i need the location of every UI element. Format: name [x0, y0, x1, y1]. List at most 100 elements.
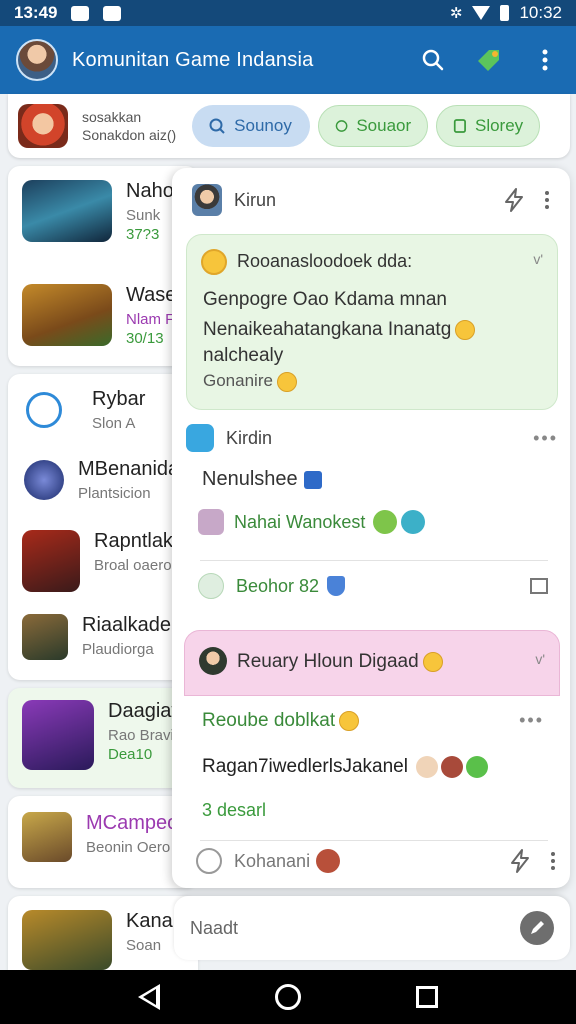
search-button[interactable]: [418, 45, 448, 75]
home-button[interactable]: [274, 984, 301, 1010]
game-thumbnail: [22, 910, 112, 970]
emoji-icon: [339, 710, 360, 731]
recents-button[interactable]: [416, 986, 439, 1008]
list-item[interactable]: MCampeok Beonin Oero: [22, 812, 188, 862]
list-item[interactable]: Nahor Sunk 37?3: [22, 180, 180, 243]
more-horiz-icon[interactable]: •••: [533, 428, 558, 449]
avatar[interactable]: [192, 184, 222, 216]
item-name: Daagiaf: [108, 700, 177, 722]
bookmark-icon: [454, 119, 467, 133]
more-vert-icon[interactable]: [550, 851, 556, 871]
emoji-icon: [276, 371, 297, 392]
item-sub: Rao Bravi: [108, 727, 174, 744]
flash-icon[interactable]: [508, 848, 532, 874]
location-icon: [26, 392, 62, 428]
avatar: [199, 647, 227, 675]
face-icon: [465, 756, 488, 778]
thread-line: Reoube doblkat: [202, 710, 360, 732]
message-input[interactable]: Naadt: [190, 918, 238, 939]
item-meta: Dea10: [108, 746, 153, 763]
community-avatar[interactable]: [16, 39, 58, 81]
chip-souaor[interactable]: Souaor: [318, 105, 429, 147]
status-clock: 10:32: [519, 3, 562, 22]
send-button[interactable]: [520, 911, 554, 945]
thread-footer-text: Beohor 82: [236, 575, 320, 596]
list-card: MCampeok Beonin Oero: [8, 796, 198, 888]
message-bubble[interactable]: Rooanasloodoek dda: v' Genpogre Oao Kdam…: [186, 234, 558, 410]
chevron-down-icon[interactable]: v': [533, 251, 543, 267]
system-nav-bar: [0, 970, 576, 1024]
chip-sounoy[interactable]: Sounoy: [192, 105, 311, 147]
flash-icon[interactable]: [502, 187, 526, 213]
list-item[interactable]: Daagiaf Rao Bravi Dea10: [22, 700, 177, 770]
filter-bar: sosakkan Sonakdon aiz() Sounoy Souaor Sl…: [8, 94, 570, 158]
profile-thumbnail[interactable]: [18, 104, 68, 148]
shield-icon: [327, 576, 346, 596]
thread-line-text: Nenulshee: [202, 468, 298, 490]
list-item[interactable]: MBenanida Plantsicion: [22, 458, 179, 502]
status-time: 13:49: [14, 3, 58, 22]
message-bubble-pink[interactable]: Reuary Hloun Digaad v': [184, 630, 560, 696]
tag-button[interactable]: [474, 45, 504, 75]
more-horiz-icon[interactable]: •••: [519, 710, 544, 731]
filter-caption: sosakkan Sonakdon aiz(): [82, 108, 176, 144]
item-name: Rapntlak: [94, 530, 173, 552]
thread-line: Ragan7iwedlerlsJakanel: [202, 756, 488, 778]
battery-icon: [500, 5, 510, 21]
game-thumbnail: [22, 614, 68, 660]
thread-line-text: Reoube doblkat: [202, 710, 336, 731]
item-sub: Plaudiorga: [82, 641, 154, 658]
thread-username: Kirdin: [226, 427, 273, 448]
thread-footer: Beohor 82: [198, 573, 558, 599]
compose-bar: Naadt: [174, 896, 570, 960]
thread-footer-text: Kohanani: [234, 850, 311, 871]
more-vert-icon[interactable]: [544, 190, 550, 210]
emoji-icon: [373, 510, 398, 534]
app-icon: [186, 424, 214, 452]
emoji-icon: [455, 319, 476, 340]
smile-emoji-icon: [201, 249, 227, 275]
game-thumbnail: [22, 284, 112, 346]
game-list: Nahor Sunk 37?3 Waseayl Nlam Flaiti 30/1…: [8, 166, 202, 996]
pink-title: Reuary Hloun Digaad: [237, 651, 443, 673]
divider: [200, 840, 548, 841]
smile-icon[interactable]: [198, 573, 224, 599]
page-title: Komunitan Game Indansia: [72, 48, 314, 71]
chip-label: Souaor: [356, 116, 412, 135]
list-item[interactable]: Rapntlak Broal oaeror: [22, 530, 177, 592]
thread-footer: Kohanani: [196, 848, 556, 874]
thread-link[interactable]: Nahai Wanokest: [198, 509, 558, 535]
avatar: [198, 509, 224, 535]
notification-icon: [103, 5, 122, 21]
list-item[interactable]: Riaalkader Plaudiorga: [22, 614, 178, 660]
back-button[interactable]: [137, 984, 160, 1010]
chip-slorey[interactable]: Slorey: [436, 105, 541, 147]
game-thumbnail: [22, 180, 112, 242]
message-line-text: Gonanire: [203, 371, 273, 390]
thread-line: 3 desarl: [202, 800, 267, 820]
item-sub: Slon A: [92, 415, 136, 432]
search-icon: [422, 49, 444, 71]
emoji-icon: [401, 510, 426, 534]
layout-icon[interactable]: [530, 578, 548, 594]
thread-section: Kirdin ••• Nenulshee Nahai Wanokest Beoh…: [186, 424, 558, 599]
list-item[interactable]: Kanal Soan: [22, 910, 177, 970]
chip-label: Slorey: [474, 116, 524, 135]
smile-icon[interactable]: [196, 848, 222, 874]
vibrate-icon: ✲: [449, 5, 463, 22]
wifi-icon: [472, 6, 491, 20]
list-item[interactable]: Rybar Slon A: [22, 388, 145, 432]
search-icon: [209, 118, 225, 134]
chat-panel: Kirun Rooanasloodoek dda: v' Genpogre Oa…: [172, 168, 570, 888]
item-sub: Broal oaeror: [94, 557, 177, 574]
more-menu-button[interactable]: [530, 45, 560, 75]
list-card: Nahor Sunk 37?3 Waseayl Nlam Flaiti 30/1…: [8, 166, 202, 366]
pink-title-text: Reuary Hloun Digaad: [237, 651, 419, 672]
message-heading: Rooanasloodoek dda:: [237, 251, 413, 271]
notification-icon: [71, 5, 90, 21]
item-name: Kanal: [126, 910, 178, 932]
status-bar: 13:49 ✲ 10:32: [0, 0, 576, 26]
game-thumbnail: [22, 700, 94, 770]
chevron-down-icon[interactable]: v': [535, 651, 545, 667]
item-sub: Soan: [126, 937, 162, 954]
